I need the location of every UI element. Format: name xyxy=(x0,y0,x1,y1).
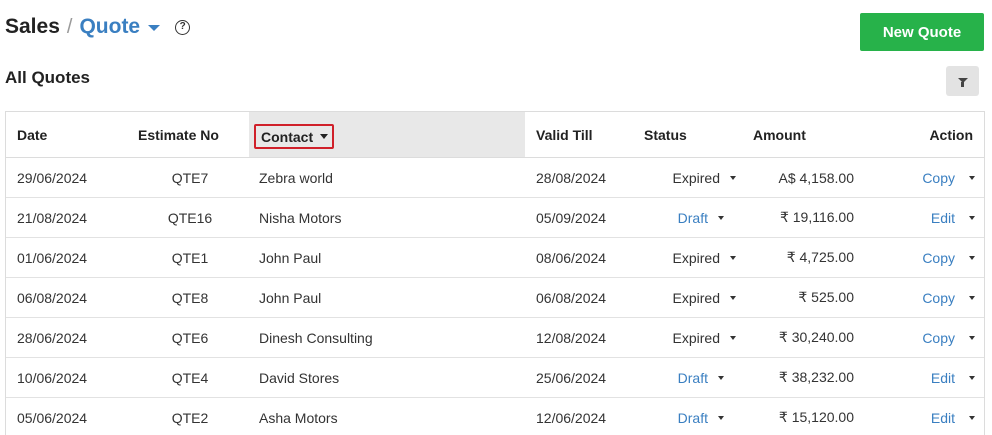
caret-down-icon[interactable] xyxy=(969,215,975,220)
row-action: Edit xyxy=(886,198,975,237)
row-valid-till: 08/06/2024 xyxy=(536,249,607,266)
row-date: 01/06/2024 xyxy=(17,249,88,266)
table-row[interactable]: 29/06/2024 QTE7 Zebra world 28/08/2024 Expir… xyxy=(6,158,984,198)
row-action: Copy xyxy=(886,238,975,277)
page-title: All Quotes xyxy=(5,68,91,87)
row-valid-till: 12/08/2024 xyxy=(536,329,607,346)
table-row[interactable]: 05/06/2024 QTE2 Asha Motors 12/06/2024 Draft… xyxy=(6,398,984,435)
row-amount: ₹ 15,120.00 xyxy=(778,409,854,425)
caret-down-icon[interactable] xyxy=(969,415,975,420)
quotes-table: Date Estimate No Contact Valid Till Stat… xyxy=(5,111,985,435)
row-action-link[interactable]: Copy xyxy=(922,330,955,346)
row-estimate-no: QTE16 xyxy=(167,209,213,226)
row-action: Copy xyxy=(886,278,975,317)
caret-down-icon[interactable] xyxy=(969,255,975,260)
table-header: Date Estimate No Contact Valid Till Stat… xyxy=(6,112,984,158)
row-valid-till: 12/06/2024 xyxy=(536,409,607,426)
row-estimate-no: QTE8 xyxy=(171,289,209,306)
row-date: 29/06/2024 xyxy=(17,169,88,186)
table-body: 29/06/2024 QTE7 Zebra world 28/08/2024 Expir… xyxy=(6,158,984,435)
column-header-amount[interactable]: Amount xyxy=(753,112,806,157)
table-row[interactable]: 10/06/2024 QTE4 David Stores 25/06/2024 Draf… xyxy=(6,358,984,398)
row-contact: Asha Motors xyxy=(259,409,338,426)
row-valid-till: 28/08/2024 xyxy=(536,169,607,186)
row-date: 05/06/2024 xyxy=(17,409,88,426)
row-action-link[interactable]: Edit xyxy=(931,410,955,426)
row-action-link[interactable]: Copy xyxy=(922,250,955,266)
row-action-link[interactable]: Copy xyxy=(922,290,955,306)
column-header-status[interactable]: Status xyxy=(644,112,687,157)
row-amount: A$ 4,158.00 xyxy=(778,169,854,186)
column-header-estimate-no[interactable]: Estimate No xyxy=(138,112,219,157)
row-action-link[interactable]: Edit xyxy=(931,370,955,386)
row-valid-till: 05/09/2024 xyxy=(536,209,607,226)
caret-down-icon xyxy=(148,25,161,31)
breadcrumb-sales[interactable]: Sales xyxy=(5,15,60,39)
row-action: Copy xyxy=(886,318,975,357)
row-date: 28/06/2024 xyxy=(17,329,88,346)
status-badge[interactable]: Draft xyxy=(678,370,708,386)
breadcrumb-quote-label: Quote xyxy=(79,15,141,38)
row-contact: Nisha Motors xyxy=(259,209,342,226)
breadcrumb-quote-dropdown[interactable]: Quote xyxy=(79,15,161,39)
column-header-contact[interactable]: Contact xyxy=(254,124,334,149)
status-badge[interactable]: Draft xyxy=(678,410,708,426)
filter-button[interactable] xyxy=(946,66,979,96)
column-header-valid-till[interactable]: Valid Till xyxy=(536,112,593,157)
row-date: 06/08/2024 xyxy=(17,289,88,306)
row-contact: Dinesh Consulting xyxy=(259,329,373,346)
row-action-link[interactable]: Edit xyxy=(931,210,955,226)
row-amount: ₹ 19,116.00 xyxy=(779,209,854,225)
row-contact: John Paul xyxy=(259,289,322,306)
row-action: Copy xyxy=(886,158,975,197)
row-estimate-no: QTE1 xyxy=(171,249,209,266)
new-quote-button[interactable]: New Quote xyxy=(860,13,984,51)
table-row[interactable]: 28/06/2024 QTE6 Dinesh Consulting 12/08/202… xyxy=(6,318,984,358)
table-row[interactable]: 06/08/2024 QTE8 John Paul 06/08/2024 Expired… xyxy=(6,278,984,318)
row-contact: John Paul xyxy=(259,249,322,266)
table-row[interactable]: 21/08/2024 QTE16 Nisha Motors 05/09/2024 Dra… xyxy=(6,198,984,238)
row-estimate-no: QTE7 xyxy=(171,169,209,186)
row-estimate-no: QTE6 xyxy=(171,329,209,346)
row-amount: ₹ 4,725.00 xyxy=(786,249,854,265)
help-circle-icon[interactable]: ? xyxy=(175,19,191,35)
column-header-contact-label: Contact xyxy=(261,128,314,145)
row-valid-till: 25/06/2024 xyxy=(536,369,607,386)
caret-down-icon xyxy=(320,134,329,139)
row-action-link[interactable]: Copy xyxy=(922,170,955,186)
breadcrumb: Sales / Quote ? xyxy=(5,13,191,41)
row-amount: ₹ 30,240.00 xyxy=(778,329,854,345)
status-badge[interactable]: Draft xyxy=(678,210,708,226)
row-estimate-no: QTE4 xyxy=(171,369,209,386)
caret-down-icon[interactable] xyxy=(969,375,975,380)
caret-down-icon[interactable] xyxy=(969,335,975,340)
row-contact: Zebra world xyxy=(259,169,333,186)
row-date: 21/08/2024 xyxy=(17,209,88,226)
caret-down-icon[interactable] xyxy=(969,295,975,300)
filter-icon xyxy=(957,77,968,87)
row-date: 10/06/2024 xyxy=(17,369,88,386)
row-contact: David Stores xyxy=(259,369,340,386)
row-action: Edit xyxy=(886,398,975,435)
row-action: Edit xyxy=(886,358,975,397)
row-estimate-no: QTE2 xyxy=(171,409,209,426)
column-header-action: Action xyxy=(929,126,973,143)
column-header-date[interactable]: Date xyxy=(17,112,47,157)
row-amount: ₹ 525.00 xyxy=(798,289,854,305)
breadcrumb-separator: / xyxy=(66,15,73,38)
caret-down-icon[interactable] xyxy=(969,175,975,180)
row-valid-till: 06/08/2024 xyxy=(536,289,607,306)
table-row[interactable]: 01/06/2024 QTE1 John Paul 08/06/2024 Expired… xyxy=(6,238,984,278)
row-amount: ₹ 38,232.00 xyxy=(778,369,854,385)
